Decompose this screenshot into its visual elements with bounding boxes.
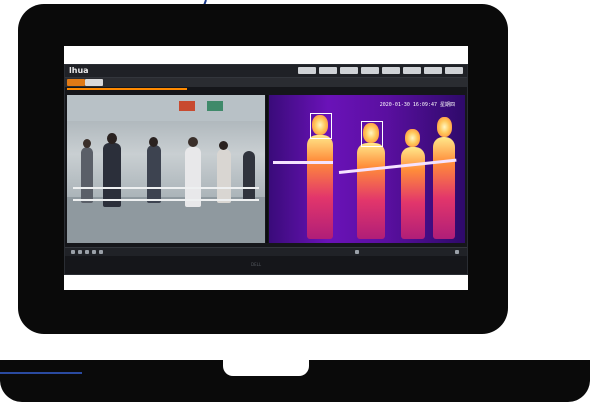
thermal-person — [401, 147, 425, 239]
tab-bar — [65, 78, 467, 87]
scene-person-head — [83, 139, 91, 148]
top-menu-item[interactable] — [424, 67, 442, 74]
top-menu-item[interactable] — [298, 67, 316, 74]
status-bar — [65, 247, 467, 256]
app-titlebar: lhua — [65, 65, 467, 78]
record-icon[interactable] — [85, 250, 89, 254]
scene-sign — [179, 101, 195, 111]
scene-person — [103, 143, 121, 207]
thermal-person-head — [405, 129, 420, 147]
audio-icon[interactable] — [99, 250, 103, 254]
scene-person-head — [219, 141, 228, 150]
scene-rail — [73, 187, 259, 189]
thermal-camera-feed[interactable]: 2020-01-30 16:09:47 星期四 — [269, 95, 465, 243]
play-icon[interactable] — [71, 250, 75, 254]
temperature-box — [310, 113, 332, 139]
scene-floor — [67, 197, 265, 243]
tab-playback[interactable] — [85, 79, 103, 86]
pane-divider — [266, 95, 268, 243]
temperature-box — [361, 121, 383, 147]
top-menu-item[interactable] — [319, 67, 337, 74]
top-menu-item[interactable] — [361, 67, 379, 74]
thermal-person — [433, 137, 455, 239]
scene-person — [243, 151, 255, 201]
scene-person — [185, 147, 201, 207]
thermal-person-head — [437, 117, 452, 137]
tab-live-view[interactable] — [67, 79, 85, 86]
scene-person — [147, 145, 161, 203]
scene-person-head — [188, 137, 198, 147]
active-indicator — [67, 88, 187, 90]
laptop-notch — [223, 360, 309, 376]
timestamp-overlay: 2020-01-30 16:09:47 星期四 — [379, 102, 455, 108]
thermal-person — [357, 143, 385, 239]
top-menu-item[interactable] — [445, 67, 463, 74]
app-brand: lhua — [69, 66, 89, 75]
thermal-rail — [273, 161, 333, 164]
monitor-brand: DELL — [251, 262, 262, 267]
thermal-person — [307, 135, 333, 239]
stop-icon[interactable] — [78, 250, 82, 254]
camera-client-window: lhua 2020-01-30 16:09:47 星期四 DELL — [64, 64, 468, 275]
top-menu-item[interactable] — [340, 67, 358, 74]
top-menu-item[interactable] — [403, 67, 421, 74]
snapshot-icon[interactable] — [92, 250, 96, 254]
scene-ceiling — [67, 95, 265, 121]
decorative-line — [0, 372, 82, 374]
scene-person-head — [149, 137, 158, 147]
fullscreen-icon[interactable] — [455, 250, 459, 254]
scene-person — [81, 147, 93, 203]
visible-camera-feed[interactable] — [67, 95, 265, 243]
scene-person — [217, 149, 231, 203]
scene-sign — [207, 101, 223, 111]
layout-icon[interactable] — [355, 250, 359, 254]
top-menu-item[interactable] — [382, 67, 400, 74]
laptop-screen: lhua 2020-01-30 16:09:47 星期四 DELL — [64, 46, 468, 290]
scene-person-head — [107, 133, 117, 144]
top-menu — [298, 67, 463, 74]
scene-rail — [73, 199, 259, 201]
tab-settings[interactable] — [103, 79, 125, 86]
